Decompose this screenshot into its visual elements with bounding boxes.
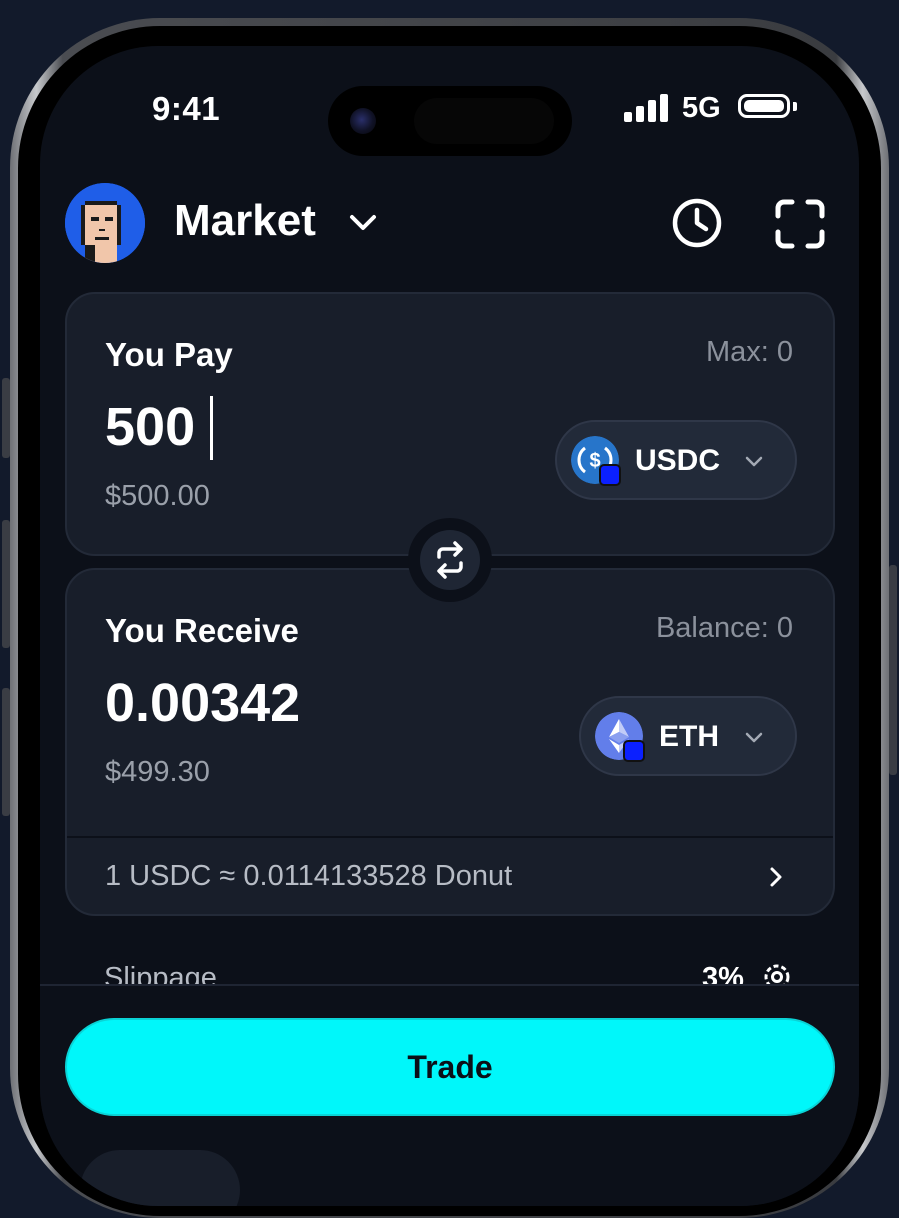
swap-arrows-icon: [437, 541, 463, 579]
max-balance[interactable]: Max: 0: [706, 336, 793, 369]
volume-down-button: [2, 688, 10, 816]
trade-button[interactable]: Trade: [65, 1018, 835, 1116]
receive-amount: 0.00342: [105, 673, 301, 733]
pay-usd-value: $500.00: [105, 480, 210, 512]
power-button: [889, 565, 897, 775]
status-time: 9:41: [152, 90, 221, 127]
network-type: 5G: [682, 92, 721, 124]
receive-token-selector[interactable]: ETH: [579, 696, 797, 776]
cellular-signal-icon: [624, 94, 670, 122]
card-divider: [67, 836, 833, 838]
scan-icon[interactable]: [774, 198, 826, 250]
pay-card: You Pay Max: 0 500 $500.00 $ USDC: [65, 292, 835, 556]
pay-token-selector[interactable]: $ USDC: [555, 420, 797, 500]
chain-badge: [623, 740, 645, 762]
receive-label: You Receive: [105, 612, 299, 649]
chevron-down-icon: [745, 456, 763, 467]
exchange-rate[interactable]: 1 USDC ≈ 0.0114133528 Donut: [105, 860, 512, 893]
pay-token-symbol: USDC: [635, 444, 721, 477]
chevron-right-icon[interactable]: [761, 862, 791, 892]
clock-icon[interactable]: [670, 196, 724, 250]
chain-badge: [599, 464, 621, 486]
pay-amount-input[interactable]: 500: [105, 396, 195, 458]
receive-token-symbol: ETH: [659, 720, 719, 753]
pixel-avatar-icon: [65, 183, 145, 263]
bottom-tab-stub: [80, 1150, 240, 1206]
action-button: [2, 378, 10, 458]
battery-nub: [793, 102, 797, 111]
receive-usd-value: $499.30: [105, 756, 210, 788]
chevron-down-icon[interactable]: [346, 206, 380, 240]
pay-label: You Pay: [105, 336, 233, 373]
avatar[interactable]: [65, 183, 145, 263]
receive-balance: Balance: 0: [655, 612, 793, 644]
receive-card: You Receive Balance: 0 0.00342 $499.30 E…: [65, 568, 835, 916]
battery-icon: [738, 94, 790, 118]
volume-up-button: [2, 520, 10, 648]
swap-direction-button[interactable]: [420, 530, 480, 590]
face-id-sensor: [414, 98, 554, 144]
text-cursor: [210, 396, 213, 460]
chevron-down-icon: [745, 732, 763, 743]
market-title[interactable]: Market: [174, 196, 316, 246]
front-camera: [350, 108, 376, 134]
app-screen: 9:41 5G Market You Pay Max: 0 500 $500.0…: [40, 46, 859, 1206]
dynamic-island: [328, 86, 572, 156]
